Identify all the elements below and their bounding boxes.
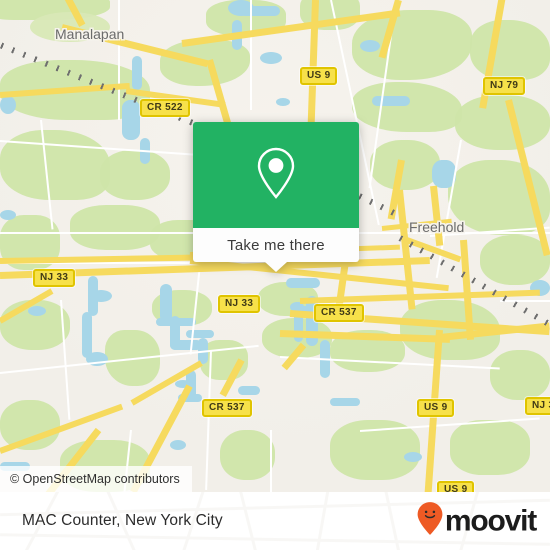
- screenshot-root: Manalapan Freehold CR 522 US 9 NJ 79 NJ …: [0, 0, 550, 550]
- water-body: [160, 284, 172, 322]
- water-body: [156, 318, 196, 326]
- popup-action-bar[interactable]: Take me there: [193, 228, 359, 272]
- water-body: [0, 96, 16, 114]
- highway-shield-cr537: CR 537: [202, 399, 252, 417]
- water-body: [132, 56, 142, 90]
- water-body: [28, 306, 46, 316]
- landuse-green: [220, 430, 275, 480]
- landuse-green: [370, 140, 440, 190]
- highway-shield-us9: US 9: [300, 67, 338, 85]
- landuse-green: [490, 350, 550, 400]
- water-body: [186, 330, 214, 338]
- landuse-green: [100, 150, 170, 200]
- take-me-there-label: Take me there: [227, 236, 325, 254]
- map-pin-icon: [255, 146, 297, 205]
- highway-shield-us9: US 9: [437, 481, 475, 492]
- map-canvas[interactable]: Manalapan Freehold CR 522 US 9 NJ 79 NJ …: [0, 0, 550, 492]
- water-body: [404, 452, 422, 462]
- water-body: [260, 52, 282, 64]
- water-body: [330, 398, 360, 406]
- landuse-green: [455, 95, 550, 150]
- moovit-smiley-pin-icon: [417, 502, 443, 541]
- water-body: [276, 98, 290, 106]
- highway-shield-nj79: NJ 79: [483, 77, 526, 95]
- popup-pointer: [265, 262, 287, 272]
- water-body: [0, 210, 16, 220]
- highway-shield-cr522: CR 522: [140, 99, 190, 117]
- water-body: [90, 290, 112, 302]
- landuse-green: [470, 20, 550, 80]
- attribution-text: © OpenStreetMap contributors: [10, 472, 180, 486]
- highway-shield-cr537: CR 537: [314, 304, 364, 322]
- moovit-wordmark: moovit: [444, 504, 537, 537]
- highway-shield-nj33: NJ 33: [218, 295, 261, 313]
- footer-bar: MAC Counter, New York City moovit: [0, 492, 550, 550]
- water-body: [240, 6, 280, 16]
- landuse-green: [70, 205, 160, 250]
- water-body: [82, 312, 92, 358]
- page-title: MAC Counter, New York City: [22, 512, 223, 529]
- place-label-manalapan: Manalapan: [55, 26, 125, 42]
- highway-shield-nj33: NJ 3: [525, 397, 550, 415]
- highway-shield-us9: US 9: [417, 399, 455, 417]
- water-body: [372, 96, 410, 106]
- minor-road: [250, 0, 252, 110]
- water-body: [122, 100, 140, 140]
- moovit-logo[interactable]: moovit: [417, 502, 537, 541]
- popup-header: [193, 122, 359, 228]
- water-body: [170, 440, 186, 450]
- minor-road: [118, 0, 120, 120]
- map-attribution[interactable]: © OpenStreetMap contributors: [0, 466, 192, 492]
- water-body: [286, 278, 320, 288]
- water-body: [360, 40, 380, 52]
- highway-shield-nj33: NJ 33: [33, 269, 76, 287]
- water-body: [238, 386, 260, 395]
- minor-road: [270, 430, 272, 492]
- place-label-freehold: Freehold: [409, 219, 465, 235]
- landuse-green: [450, 420, 530, 475]
- location-popup-card[interactable]: Take me there: [193, 122, 359, 272]
